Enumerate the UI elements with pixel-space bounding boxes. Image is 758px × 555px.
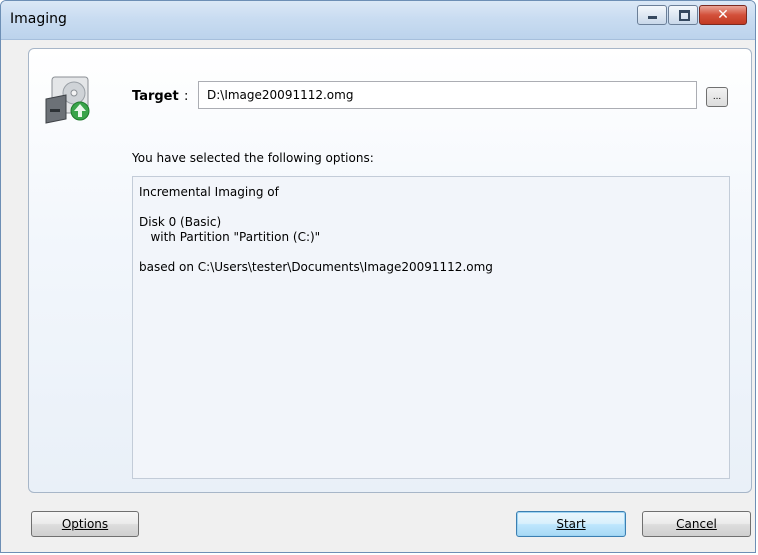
target-colon: : bbox=[184, 89, 189, 104]
maximize-button[interactable] bbox=[668, 5, 698, 25]
summary-line: based on C:\Users\tester\Documents\Image… bbox=[139, 260, 493, 274]
title-bar[interactable]: Imaging ✕ bbox=[1, 1, 755, 40]
cancel-button[interactable]: Cancel bbox=[642, 511, 751, 537]
options-summary-box[interactable]: Incremental Imaging of Disk 0 (Basic) wi… bbox=[132, 176, 730, 479]
summary-line: Incremental Imaging of bbox=[139, 185, 279, 199]
summary-line: Disk 0 (Basic) bbox=[139, 215, 222, 229]
minimize-icon bbox=[648, 16, 657, 19]
close-icon: ✕ bbox=[717, 7, 729, 23]
target-input[interactable] bbox=[198, 81, 697, 109]
browse-button[interactable]: ... bbox=[706, 87, 728, 107]
disk-image-icon bbox=[44, 73, 98, 125]
imaging-panel: Target : ... You have selected the follo… bbox=[28, 48, 752, 493]
close-button[interactable]: ✕ bbox=[699, 5, 747, 25]
imaging-window: Imaging ✕ Target : ... You have s bbox=[0, 0, 756, 553]
minimize-button[interactable] bbox=[637, 5, 667, 25]
maximize-icon bbox=[679, 10, 690, 21]
summary-line bbox=[139, 245, 723, 260]
start-button[interactable]: Start bbox=[516, 511, 626, 537]
window-title: Imaging bbox=[10, 11, 67, 27]
summary-line bbox=[139, 200, 723, 215]
summary-line: with Partition "Partition (C:)" bbox=[139, 230, 321, 244]
options-button[interactable]: Options bbox=[31, 511, 139, 537]
summary-heading: You have selected the following options: bbox=[132, 151, 374, 165]
target-label: Target bbox=[132, 89, 179, 104]
